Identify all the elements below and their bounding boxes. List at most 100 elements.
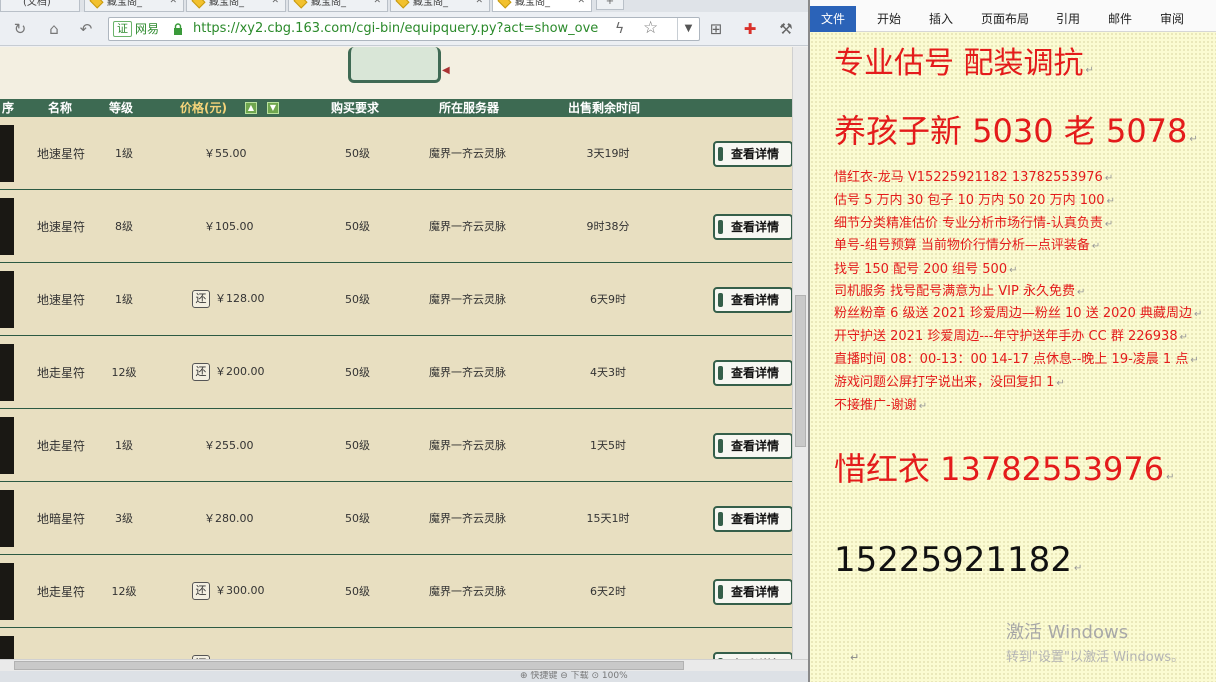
search-button[interactable]: 搜索 xyxy=(348,47,441,83)
table-row[interactable]: 地走星符 12级 还 ￥300.00 50级 魔界一齐云灵脉 6天2时 查看详情 xyxy=(0,555,792,628)
close-icon[interactable]: ✕ xyxy=(373,0,381,6)
document-line[interactable]: 专业估号 配装调抗 ↵ xyxy=(834,46,1094,89)
document-line[interactable]: 惜红衣 13782553976 ↵ xyxy=(834,450,1175,497)
ribbon-tab-file[interactable]: 文件 xyxy=(810,6,856,32)
close-icon[interactable]: ✕ xyxy=(271,0,279,6)
word-document-page[interactable]: 专业估号 配装调抗 ↵ 养孩子新 5030 老 5078 ↵ 惜红衣-龙马 V15225… xyxy=(810,32,1216,682)
item-requirement: 50级 xyxy=(345,439,370,452)
item-thumbnail[interactable] xyxy=(0,125,14,182)
table-row[interactable]: 地暗星符 3级 ￥280.00 50级 魔界一齐云灵脉 15天1时 查看详情 xyxy=(0,482,792,555)
table-row[interactable]: 地走星符 1级 ￥255.00 50级 魔界一齐云灵脉 1天5时 查看详情 xyxy=(0,409,792,482)
sort-asc-icon[interactable]: ▲ xyxy=(245,102,257,114)
item-thumbnail[interactable] xyxy=(0,563,14,620)
back-icon[interactable]: ↶ xyxy=(76,19,96,39)
browser-tab[interactable]: 藏宝阁_ ✕ xyxy=(186,0,286,12)
browser-tab[interactable]: 藏宝阁_ ✕ xyxy=(288,0,388,12)
horizontal-scroll-thumb[interactable] xyxy=(14,661,684,670)
gamepad-icon[interactable]: ✚ xyxy=(740,19,760,39)
item-thumbnail[interactable] xyxy=(0,271,14,328)
header-server[interactable]: 所在服务器 xyxy=(439,99,499,117)
item-requirement: 50级 xyxy=(345,220,370,233)
item-thumbnail[interactable] xyxy=(0,636,14,659)
horizontal-scrollbar[interactable] xyxy=(0,659,808,671)
close-icon[interactable]: ✕ xyxy=(475,0,483,6)
document-line[interactable]: 开守护送 2021 珍爱周边---年守护送年手办 CC 群 226938 ↵ xyxy=(834,328,1188,346)
document-line-text: 司机服务 找号配号满意为止 VIP 永久免费 xyxy=(834,284,1075,299)
document-line[interactable]: 直播时间 08：00-13：00 14-17 点休息--晚上 19-凌晨 1 点… xyxy=(834,351,1199,369)
vertical-scrollbar[interactable] xyxy=(792,47,808,659)
document-line[interactable]: 估号 5 万内 30 包子 10 万内 50 20 万内 100 ↵ xyxy=(834,192,1115,210)
word-ribbon: 文件 开始 插入 页面布局 引用 邮件 审阅 xyxy=(810,0,1216,32)
vertical-scroll-thumb[interactable] xyxy=(795,295,806,447)
star-icon[interactable]: ☆ xyxy=(643,18,658,38)
document-line[interactable]: 单号-组号预算 当前物价行情分析—点评装备 ↵ xyxy=(834,237,1100,255)
browser-tab[interactable]: 藏宝阁_ ✕ xyxy=(390,0,490,12)
document-line[interactable]: 游戏问题公屏打字说出来，没回复扣 1 ↵ xyxy=(834,374,1065,392)
ribbon-tab-layout[interactable]: 页面布局 xyxy=(981,6,1029,32)
item-level: 12级 xyxy=(111,366,137,379)
address-bar[interactable]: 证 网易 https://xy2.cbg.163.com/cgi-bin/equ… xyxy=(108,17,700,41)
header-requirement[interactable]: 购买要求 xyxy=(331,99,379,117)
document-line[interactable]: 惜红衣-龙马 V15225921182 13782553976 ↵ xyxy=(834,169,1113,187)
browser-tab[interactable]: (文档) xyxy=(0,0,80,12)
table-row[interactable]: 地走星符 12级 还 ￥200.00 50级 魔界一齐云灵脉 4天3时 查看详情 xyxy=(0,336,792,409)
view-details-button[interactable]: 查看详情 xyxy=(713,214,792,240)
header-price[interactable]: 价格(元) xyxy=(180,99,227,117)
ribbon-tab-insert[interactable]: 插入 xyxy=(929,6,953,32)
table-row[interactable]: 地速星符 1级 还 ￥128.00 50级 魔界一齐云灵脉 6天9时 查看详情 xyxy=(0,263,792,336)
bolt-icon[interactable]: ϟ xyxy=(615,20,624,38)
url-text[interactable]: https://xy2.cbg.163.com/cgi-bin/equipque… xyxy=(193,21,603,37)
refresh-icon[interactable]: ↻ xyxy=(10,19,30,39)
new-tab-button[interactable]: + xyxy=(596,0,624,10)
document-line[interactable]: 司机服务 找号配号满意为止 VIP 永久免费 ↵ xyxy=(834,283,1085,301)
home-icon[interactable]: ⌂ xyxy=(44,19,64,39)
table-row[interactable]: 地速星符 8级 ￥105.00 50级 魔界一齐云灵脉 9时38分 查看详情 xyxy=(0,190,792,263)
grid-icon[interactable]: ⊞ xyxy=(706,19,726,39)
browser-tab-active[interactable]: 藏宝阁_ ✕ xyxy=(492,0,592,12)
view-details-button[interactable]: 查看详情 xyxy=(713,506,792,532)
header-time-left[interactable]: 出售剩余时间 xyxy=(568,99,640,117)
dropdown-icon[interactable]: ▼ xyxy=(677,18,699,40)
item-thumbnail[interactable] xyxy=(0,417,14,474)
close-icon[interactable]: ✕ xyxy=(169,0,177,6)
ribbon-tab-references[interactable]: 引用 xyxy=(1056,6,1080,32)
wrench-icon[interactable]: ⚒ xyxy=(776,19,796,39)
item-thumbnail[interactable] xyxy=(0,490,14,547)
document-line[interactable]: 粉丝粉章 6 级送 2021 珍爱周边—粉丝 10 送 2020 典藏周边 ↵ xyxy=(834,305,1202,323)
table-row[interactable]: 地速星符 1级 ￥55.00 50级 魔界一齐云灵脉 3天19时 查看详情 xyxy=(0,117,792,190)
view-details-button[interactable]: 查看详情 xyxy=(713,433,792,459)
view-details-button[interactable]: 查看详情 xyxy=(713,141,792,167)
ribbon-tab-home[interactable]: 开始 xyxy=(877,6,901,32)
ribbon-tab-review[interactable]: 审阅 xyxy=(1160,6,1184,32)
document-line[interactable]: 细节分类精准估价 专业分析市场行情-认真负责 ↵ xyxy=(834,215,1113,233)
header-level[interactable]: 等级 xyxy=(109,99,133,117)
document-line[interactable]: 不接推广-谢谢 ↵ xyxy=(834,397,927,415)
paragraph-mark: ↵ xyxy=(1190,355,1199,366)
table-row[interactable]: 还查看详情 xyxy=(0,628,792,659)
header-name[interactable]: 名称 xyxy=(48,99,72,117)
document-line[interactable]: 15225921182 ↵ xyxy=(834,540,1082,589)
document-line-text: 粉丝粉章 6 级送 2021 珍爱周边—粉丝 10 送 2020 典藏周边 xyxy=(834,306,1193,321)
view-details-button[interactable]: 查看详情 xyxy=(713,360,792,386)
browser-tab[interactable]: 藏宝阁_ ✕ xyxy=(84,0,184,12)
ribbon-tab-mailings[interactable]: 邮件 xyxy=(1108,6,1132,32)
view-details-label: 查看详情 xyxy=(731,512,780,526)
view-details-button[interactable]: 查看详情 xyxy=(713,652,792,659)
item-server: 魔界一齐云灵脉 xyxy=(429,512,506,525)
view-details-button[interactable]: 查看详情 xyxy=(713,579,792,605)
close-icon[interactable]: ✕ xyxy=(577,0,585,6)
item-thumbnail[interactable] xyxy=(0,198,14,255)
document-line[interactable]: 养孩子新 5030 老 5078 ↵ xyxy=(834,112,1198,159)
item-price: ￥128.00 xyxy=(215,292,265,305)
sort-desc-icon[interactable]: ▼ xyxy=(267,102,279,114)
view-details-button[interactable]: 查看详情 xyxy=(713,287,792,313)
view-details-label: 查看详情 xyxy=(731,585,780,599)
item-name: 地走星符 xyxy=(37,439,86,453)
item-price: ￥55.00 xyxy=(204,147,247,160)
document-line[interactable]: 找号 150 配号 200 组号 500 ↵ xyxy=(834,261,1018,279)
cbg-tab-icon xyxy=(191,0,206,9)
paragraph-mark: ↵ xyxy=(1056,378,1065,389)
item-thumbnail[interactable] xyxy=(0,344,14,401)
paragraph-mark: ↵ xyxy=(850,651,860,664)
cert-badge[interactable]: 证 xyxy=(113,21,132,37)
